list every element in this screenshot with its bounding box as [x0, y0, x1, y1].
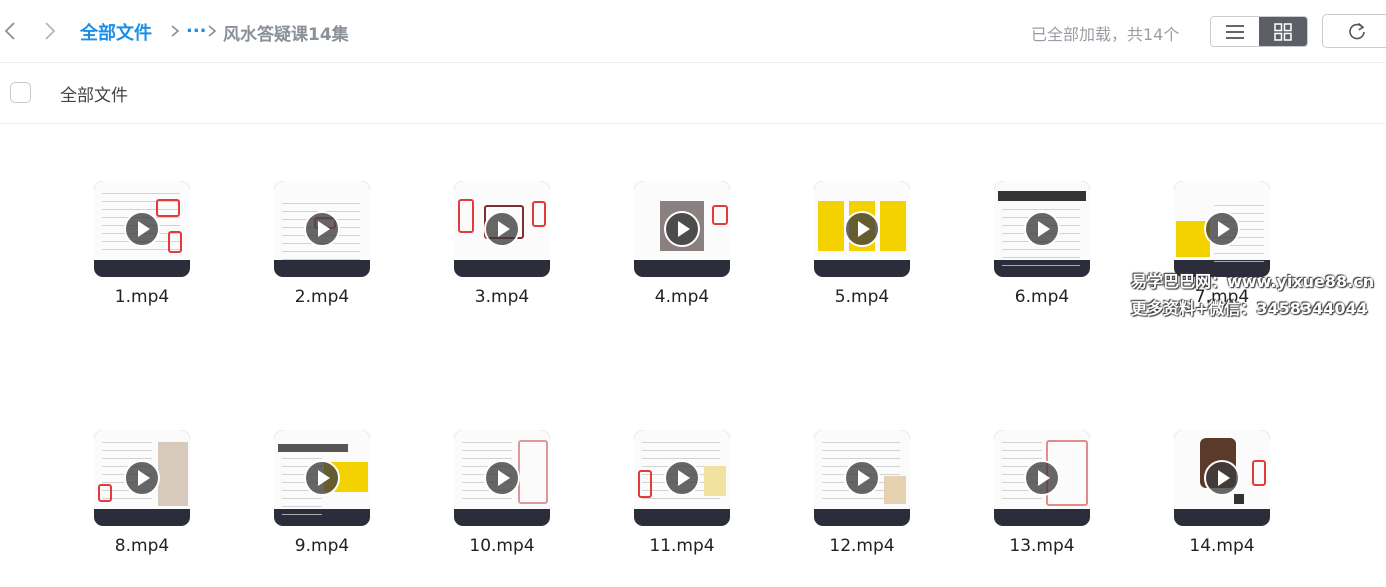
breadcrumb-current: 风水答疑课14集: [223, 25, 349, 45]
file-name: 2.mp4: [294, 287, 350, 307]
breadcrumb-separator-icon: [171, 25, 180, 37]
breadcrumb-root[interactable]: 全部文件: [80, 19, 152, 45]
video-thumbnail: [274, 181, 370, 277]
video-thumbnail: [634, 181, 730, 277]
file-name: 6.mp4: [1014, 287, 1070, 307]
play-icon: [304, 460, 340, 496]
play-icon: [1204, 211, 1240, 247]
file-tile[interactable]: 3.mp4: [435, 181, 565, 321]
play-icon: [1024, 460, 1060, 496]
video-thumbnail: [274, 430, 370, 526]
file-name: 1.mp4: [114, 287, 170, 307]
play-icon: [304, 211, 340, 247]
file-name: 3.mp4: [474, 287, 530, 307]
chevron-right-icon: [45, 22, 56, 40]
breadcrumb-separator-icon: [208, 25, 217, 37]
play-icon: [484, 460, 520, 496]
refresh-button[interactable]: [1322, 14, 1386, 48]
video-thumbnail: [454, 181, 550, 277]
file-name: 12.mp4: [829, 536, 895, 556]
play-icon: [484, 211, 520, 247]
file-name: 8.mp4: [114, 536, 170, 556]
video-thumbnail: [814, 181, 910, 277]
grid-view-icon: [1274, 22, 1292, 41]
video-thumbnail: [94, 181, 190, 277]
file-name: 10.mp4: [469, 536, 535, 556]
back-button[interactable]: [0, 17, 24, 45]
refresh-icon: [1349, 22, 1365, 40]
play-icon: [124, 211, 160, 247]
file-tile[interactable]: 9.mp4: [255, 430, 385, 570]
list-header: 全部文件: [0, 62, 1386, 124]
video-thumbnail: [454, 430, 550, 526]
file-name: 5.mp4: [834, 287, 890, 307]
file-tile[interactable]: 4.mp4: [615, 181, 745, 321]
file-tile[interactable]: 13.mp4: [975, 430, 1105, 570]
file-name: 7.mp4: [1194, 287, 1250, 307]
file-name: 4.mp4: [654, 287, 710, 307]
breadcrumb-ellipsis[interactable]: ...: [186, 16, 207, 37]
toolbar: 全部文件 ... 风水答疑课14集 已全部加载，共14个: [0, 0, 1386, 63]
video-thumbnail: [814, 430, 910, 526]
play-icon: [1204, 460, 1240, 496]
play-icon: [664, 211, 700, 247]
file-name: 11.mp4: [649, 536, 715, 556]
file-tile[interactable]: 10.mp4: [435, 430, 565, 570]
view-toggle: [1210, 16, 1308, 47]
file-name: 14.mp4: [1189, 536, 1255, 556]
list-view-button[interactable]: [1211, 17, 1259, 46]
file-tile[interactable]: 8.mp4: [75, 430, 205, 570]
video-thumbnail: [994, 430, 1090, 526]
file-name: 9.mp4: [294, 536, 350, 556]
play-icon: [664, 460, 700, 496]
file-tile[interactable]: 1.mp4: [75, 181, 205, 321]
chevron-left-icon: [4, 22, 15, 40]
play-icon: [844, 211, 880, 247]
header-label: 全部文件: [60, 86, 128, 106]
video-thumbnail: [634, 430, 730, 526]
load-status: 已全部加载，共14个: [1031, 25, 1180, 44]
file-tile[interactable]: 5.mp4: [795, 181, 925, 321]
video-thumbnail: [994, 181, 1090, 277]
file-tile[interactable]: 2.mp4: [255, 181, 385, 321]
file-tile[interactable]: 11.mp4: [615, 430, 745, 570]
video-thumbnail: [1174, 181, 1270, 277]
play-icon: [1024, 211, 1060, 247]
file-tile[interactable]: 14.mp4: [1155, 430, 1285, 570]
video-thumbnail: [94, 430, 190, 526]
forward-button[interactable]: [38, 17, 62, 45]
play-icon: [124, 460, 160, 496]
file-tile[interactable]: 7.mp4: [1155, 181, 1285, 321]
select-all-checkbox[interactable]: [10, 82, 31, 103]
file-tile[interactable]: 12.mp4: [795, 430, 925, 570]
list-view-icon: [1226, 24, 1244, 39]
file-name: 13.mp4: [1009, 536, 1075, 556]
grid-view-button[interactable]: [1259, 17, 1307, 46]
file-tile[interactable]: 6.mp4: [975, 181, 1105, 321]
video-thumbnail: [1174, 430, 1270, 526]
play-icon: [844, 460, 880, 496]
